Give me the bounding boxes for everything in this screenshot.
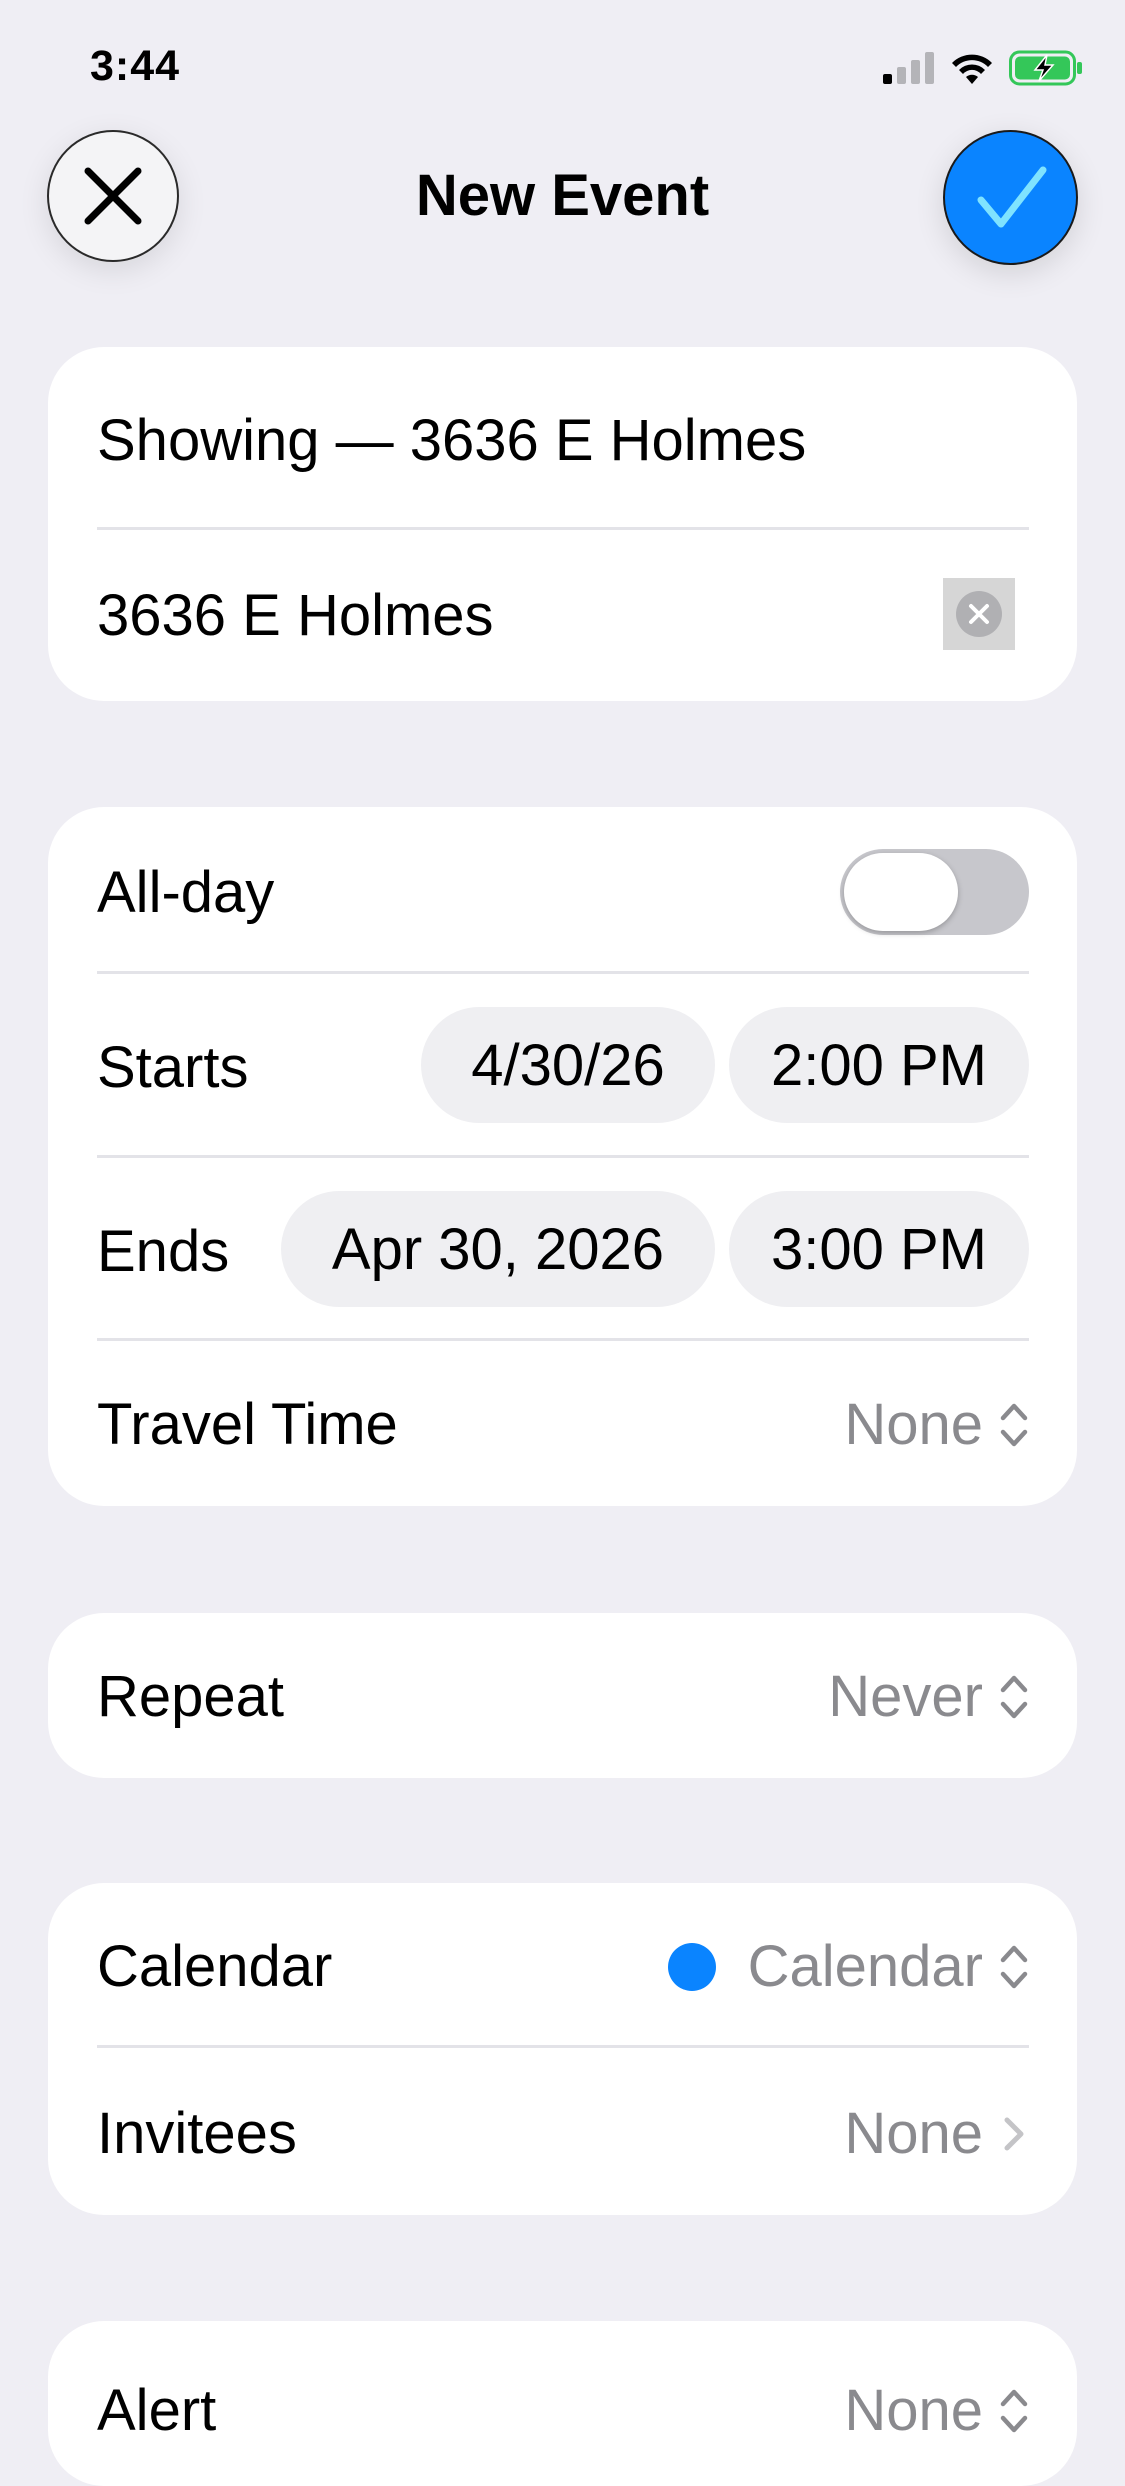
up-down-chevron-icon <box>1000 2389 1028 2432</box>
status-bar: 3:44 <box>0 0 1125 140</box>
invitees-value[interactable]: None <box>844 2100 1029 2167</box>
alert-label: Alert <box>97 2378 217 2443</box>
starts-label: Starts <box>97 1035 249 1100</box>
calendar-label: Calendar <box>97 1934 333 1999</box>
title-row: Showing — 3636 E Holmes <box>48 347 1077 530</box>
calendar-value[interactable]: Calendar <box>667 1933 1029 2000</box>
cellular-signal-icon <box>883 52 934 84</box>
calendar-value-text: Calendar <box>747 1934 983 1999</box>
ends-label: Ends <box>97 1219 230 1284</box>
up-down-chevron-icon <box>1000 1945 1028 1988</box>
status-time: 3:44 <box>90 42 181 90</box>
title-location-card: Showing — 3636 E Holmes 3636 E Holmes <box>48 347 1077 701</box>
event-title-field[interactable]: Showing — 3636 E Holmes <box>97 407 806 474</box>
ends-row: Ends Apr 30, 2026 3:00 PM <box>48 1158 1077 1341</box>
travel-time-row[interactable]: Travel Time None <box>48 1341 1077 1506</box>
alert-value-text: None <box>844 2378 983 2443</box>
repeat-value-text: Never <box>828 1664 983 1729</box>
clear-icon <box>969 604 989 624</box>
calendar-card: Calendar Calendar Invitees None <box>48 1883 1077 2215</box>
up-down-chevron-icon <box>1000 1675 1028 1718</box>
checkmark-icon <box>977 166 1046 227</box>
calendar-row[interactable]: Calendar Calendar <box>48 1883 1077 2048</box>
chevron-right-icon <box>1004 2117 1024 2150</box>
travel-time-value[interactable]: None <box>844 1391 1029 1458</box>
status-icons <box>883 50 1085 86</box>
repeat-card: Repeat Never <box>48 1613 1077 1778</box>
location-field[interactable]: 3636 E Holmes <box>97 582 494 649</box>
all-day-toggle[interactable] <box>840 849 1029 935</box>
repeat-label: Repeat <box>97 1664 285 1729</box>
wifi-icon <box>952 54 992 84</box>
start-time-button[interactable]: 2:00 PM <box>729 1007 1029 1123</box>
start-date-button[interactable]: 4/30/26 <box>421 1007 715 1123</box>
location-row: 3636 E Holmes <box>48 530 1077 701</box>
alert-card: Alert None <box>48 2321 1077 2486</box>
invitees-label: Invitees <box>97 2101 297 2166</box>
travel-time-value-text: None <box>844 1392 983 1457</box>
up-down-chevron-icon <box>1000 1403 1028 1446</box>
all-day-label: All-day <box>97 860 275 925</box>
invitees-value-text: None <box>844 2101 983 2166</box>
end-date-button[interactable]: Apr 30, 2026 <box>281 1191 715 1307</box>
invitees-row[interactable]: Invitees None <box>48 2048 1077 2215</box>
alert-row[interactable]: Alert None <box>48 2321 1077 2486</box>
toggle-knob <box>844 853 958 931</box>
end-time-button[interactable]: 3:00 PM <box>729 1191 1029 1307</box>
calendar-color-dot <box>667 1942 716 1991</box>
clear-location-button[interactable] <box>943 578 1015 650</box>
all-day-row: All-day <box>48 807 1077 974</box>
battery-charging-icon <box>1009 50 1082 86</box>
alert-value[interactable]: None <box>844 2377 1029 2444</box>
done-button[interactable] <box>943 130 1078 265</box>
travel-time-label: Travel Time <box>97 1392 398 1457</box>
repeat-value[interactable]: Never <box>828 1663 1029 1730</box>
timing-card: All-day Starts 4/30/26 2:00 PM Ends Apr … <box>48 807 1077 1506</box>
repeat-row[interactable]: Repeat Never <box>48 1613 1077 1778</box>
starts-row: Starts 4/30/26 2:00 PM <box>48 974 1077 1158</box>
